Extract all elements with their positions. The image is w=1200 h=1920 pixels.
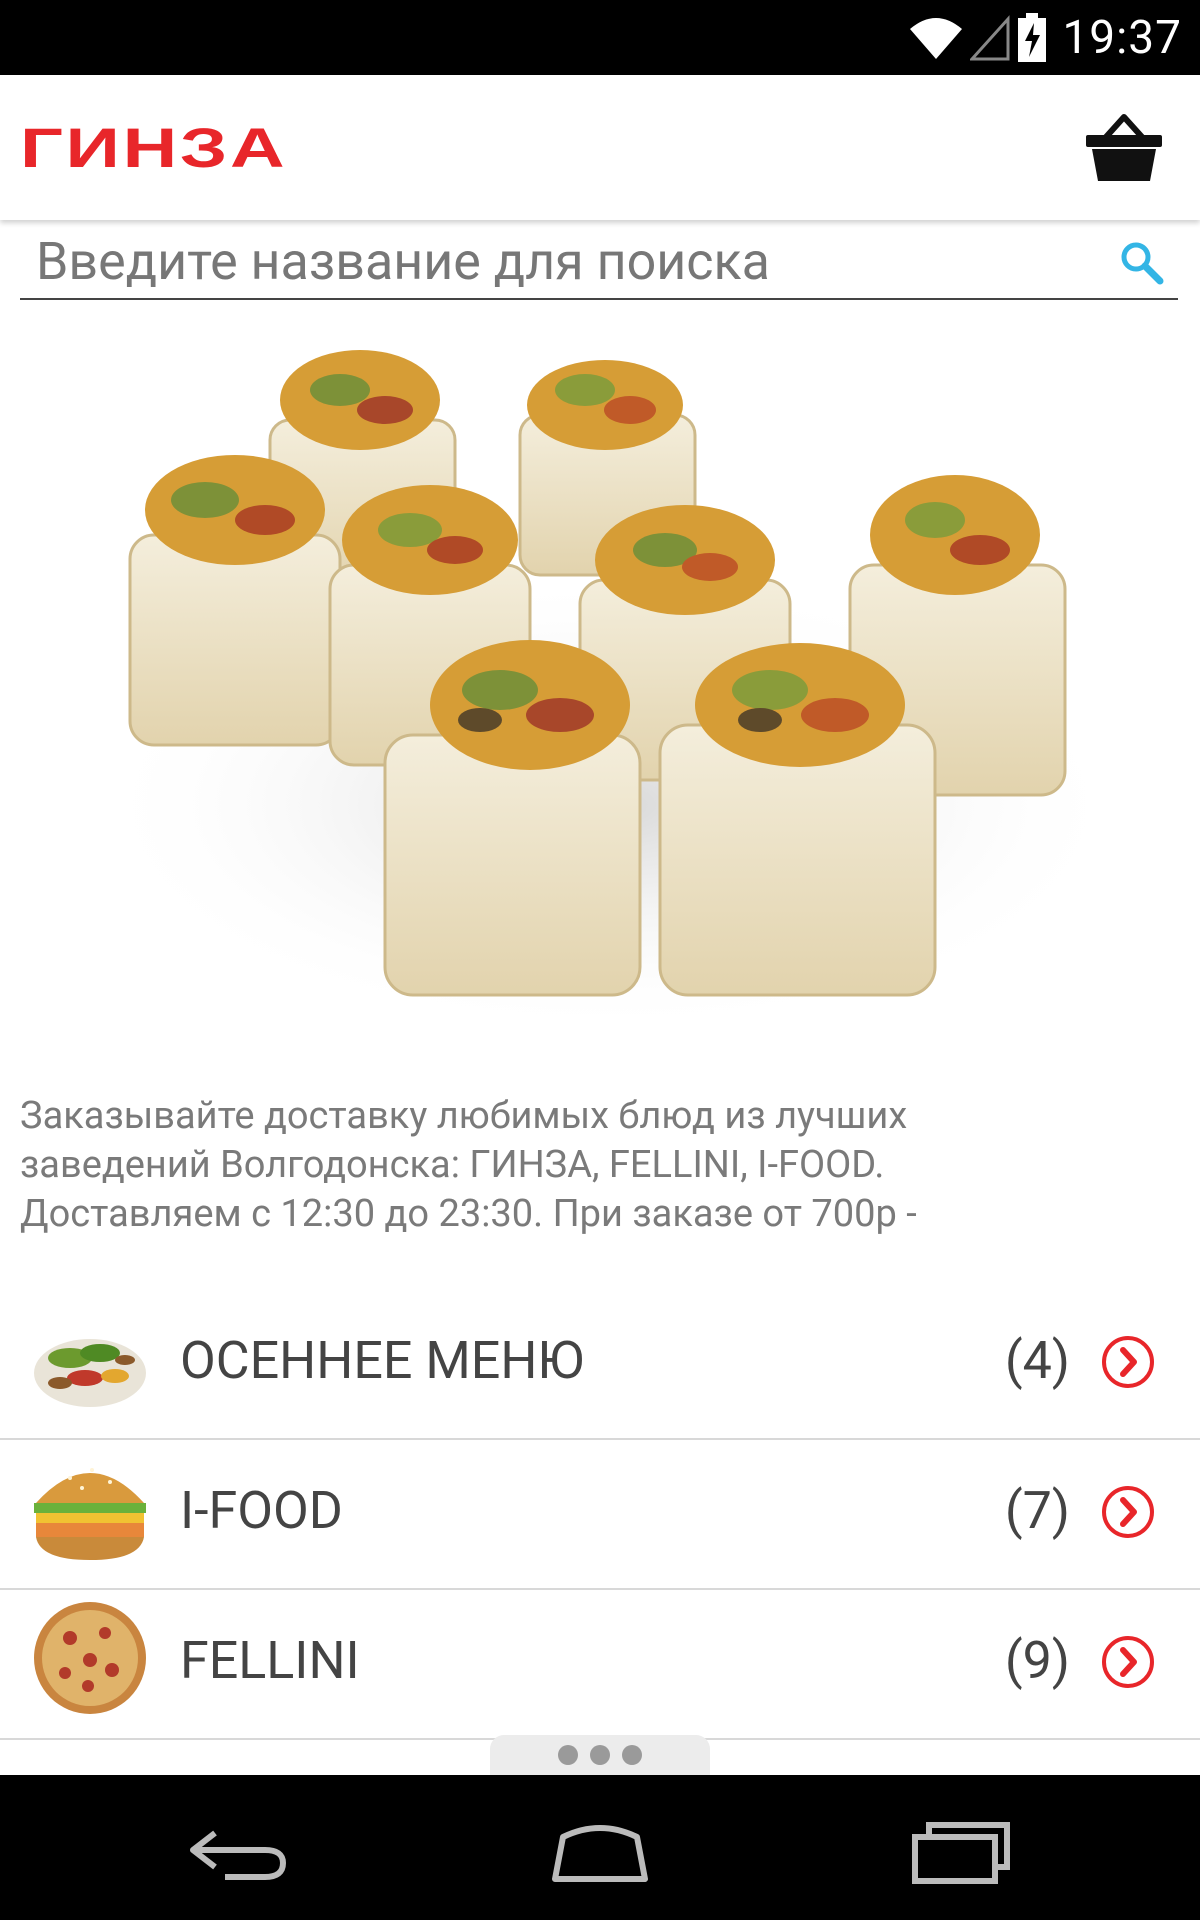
promo-description: Заказывайте доставку любимых блюд из луч… xyxy=(20,1092,1180,1239)
chevron-right-icon[interactable] xyxy=(1100,1634,1156,1690)
cell-signal-icon xyxy=(970,14,1010,60)
hero-image xyxy=(0,305,1200,1065)
category-row-fellini[interactable]: FELLINI (9) xyxy=(0,1590,1200,1740)
back-icon[interactable] xyxy=(185,1815,295,1885)
promo-line: Доставляем с 12:30 до 23:30. При заказе … xyxy=(20,1192,917,1236)
status-bar: 19:37 xyxy=(0,0,1200,75)
more-dot xyxy=(622,1745,642,1765)
burger-thumbnail xyxy=(30,1448,150,1568)
category-row-autumn-menu[interactable]: ОСЕННЕЕ МЕНЮ (4) xyxy=(0,1290,1200,1440)
more-dot xyxy=(558,1745,578,1765)
home-icon[interactable] xyxy=(545,1815,655,1885)
recent-apps-icon[interactable] xyxy=(905,1815,1015,1885)
category-count: (7) xyxy=(1004,1480,1070,1541)
app-bar: ГИНЗА xyxy=(0,75,1200,220)
navigation-bar xyxy=(0,1775,1200,1920)
category-count: (4) xyxy=(1004,1330,1070,1391)
status-time: 19:37 xyxy=(1062,10,1182,65)
search-input[interactable] xyxy=(36,229,1096,293)
basket-icon[interactable] xyxy=(1084,111,1164,183)
category-row-i-food[interactable]: I-FOOD (7) xyxy=(0,1440,1200,1590)
chevron-right-icon[interactable] xyxy=(1100,1484,1156,1540)
app-title: ГИНЗА xyxy=(20,116,288,179)
more-dot xyxy=(590,1745,610,1765)
chevron-right-icon[interactable] xyxy=(1100,1334,1156,1390)
wifi-icon xyxy=(910,17,963,59)
pizza-thumbnail xyxy=(30,1598,150,1718)
category-label: I-FOOD xyxy=(180,1480,343,1541)
category-list: ОСЕННЕЕ МЕНЮ (4) I-FOOD (7) FELLINI (9) xyxy=(0,1290,1200,1740)
category-label: ОСЕННЕЕ МЕНЮ xyxy=(180,1330,584,1391)
category-label: FELLINI xyxy=(180,1630,360,1691)
promo-line: заведений Волгодонска: ГИНЗА, FELLINI, I… xyxy=(20,1143,885,1187)
promo-line: Заказывайте доставку любимых блюд из луч… xyxy=(20,1094,908,1138)
more-handle[interactable] xyxy=(490,1735,710,1775)
search-icon[interactable] xyxy=(1118,239,1164,285)
battery-charging-icon xyxy=(1018,12,1047,62)
search-bar xyxy=(20,225,1178,300)
category-count: (9) xyxy=(1004,1630,1070,1691)
salad-thumbnail xyxy=(30,1298,150,1418)
